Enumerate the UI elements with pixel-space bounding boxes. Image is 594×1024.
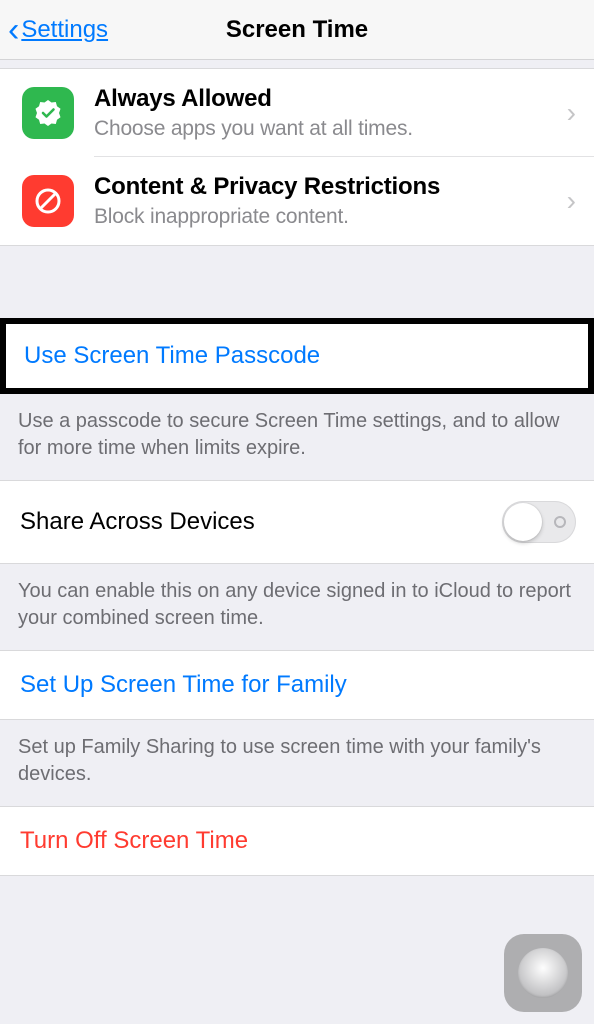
row-title: Content & Privacy Restrictions bbox=[94, 173, 559, 201]
row-turn-off[interactable]: Turn Off Screen Time bbox=[0, 806, 594, 876]
row-content-privacy[interactable]: Content & Privacy Restrictions Block ina… bbox=[0, 157, 594, 246]
turnoff-label: Turn Off Screen Time bbox=[20, 827, 248, 855]
row-subtitle: Block inappropriate content. bbox=[94, 205, 559, 229]
chevron-left-icon: ‹ bbox=[8, 13, 19, 47]
row-setup-family[interactable]: Set Up Screen Time for Family bbox=[0, 650, 594, 720]
row-title: Always Allowed bbox=[94, 85, 559, 113]
share-footer: You can enable this on any device signed… bbox=[0, 564, 594, 650]
no-symbol-icon bbox=[22, 175, 74, 227]
row-use-passcode[interactable]: Use Screen Time Passcode bbox=[0, 318, 594, 394]
chevron-right-icon: › bbox=[567, 97, 576, 129]
navigation-bar: ‹ Settings Screen Time bbox=[0, 0, 594, 60]
row-share-devices[interactable]: Share Across Devices bbox=[0, 480, 594, 564]
back-button[interactable]: ‹ Settings bbox=[0, 13, 108, 47]
family-label: Set Up Screen Time for Family bbox=[20, 671, 347, 699]
assistive-touch-button[interactable] bbox=[504, 934, 582, 1012]
assistive-touch-icon bbox=[518, 948, 568, 998]
passcode-footer: Use a passcode to secure Screen Time set… bbox=[0, 394, 594, 480]
family-footer: Set up Family Sharing to use screen time… bbox=[0, 720, 594, 806]
row-subtitle: Choose apps you want at all times. bbox=[94, 117, 559, 141]
checkmark-seal-icon bbox=[22, 87, 74, 139]
share-toggle[interactable] bbox=[502, 501, 576, 543]
passcode-label: Use Screen Time Passcode bbox=[24, 342, 320, 369]
share-label: Share Across Devices bbox=[20, 508, 255, 536]
row-always-allowed[interactable]: Always Allowed Choose apps you want at a… bbox=[0, 68, 594, 157]
page-title: Screen Time bbox=[226, 16, 368, 44]
back-label: Settings bbox=[21, 16, 108, 44]
chevron-right-icon: › bbox=[567, 185, 576, 217]
